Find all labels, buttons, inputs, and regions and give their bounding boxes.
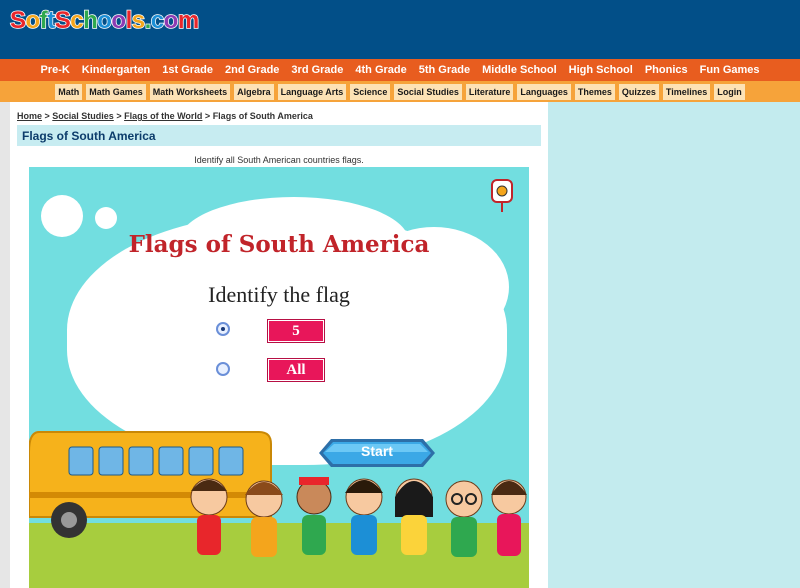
nav-item-middle-school[interactable]: Middle School [482, 64, 557, 76]
grade-nav: Pre-K Kindergarten 1st Grade 2nd Grade 3rd G… [0, 59, 800, 81]
subnav-item-algebra[interactable]: Algebra [234, 83, 274, 100]
game-canvas[interactable]: Flags of South America Identify the flag… [29, 167, 529, 588]
start-button[interactable]: Start [319, 439, 435, 467]
breadcrumb-home[interactable]: Home [17, 111, 42, 121]
subject-nav: Math Math Games Math Worksheets Algebra Lang… [0, 81, 800, 102]
map-pin-icon[interactable] [491, 179, 513, 213]
logo-letter: o [111, 6, 127, 35]
subnav-item-math-worksheets[interactable]: Math Worksheets [149, 83, 231, 100]
children-illustration [190, 477, 527, 557]
nav-item-kindergarten[interactable]: Kindergarten [82, 64, 150, 76]
logo-letter: t [46, 6, 55, 35]
subnav-item-quizzes[interactable]: Quizzes [618, 83, 659, 100]
page-title: Flags of South America [22, 129, 156, 143]
instructions-text: Identify all South American countries fl… [194, 155, 364, 165]
option-5-button[interactable]: 5 [267, 319, 325, 343]
nav-item-1st-grade[interactable]: 1st Grade [162, 64, 213, 76]
game-subtitle: Identify the flag [208, 282, 350, 307]
logo-letter: c [69, 6, 84, 35]
breadcrumb: Home > Social Studies > Flags of the Wor… [17, 111, 313, 121]
subnav-item-science[interactable]: Science [350, 83, 391, 100]
logo-letter: m [177, 6, 200, 35]
nav-item-2nd-grade[interactable]: 2nd Grade [225, 64, 279, 76]
logo-letter: c [150, 6, 165, 35]
logo-letter: h [82, 6, 98, 35]
subnav-item-timelines[interactable]: Timelines [662, 83, 711, 100]
left-gutter [0, 102, 10, 588]
option-all-button[interactable]: All [267, 358, 325, 382]
breadcrumb-separator: > [113, 111, 125, 121]
breadcrumb-social-studies[interactable]: Social Studies [52, 111, 114, 121]
nav-item-high-school[interactable]: High School [569, 64, 633, 76]
logo-letter: S [9, 6, 26, 35]
subnav-item-social-studies[interactable]: Social Studies [394, 83, 462, 100]
subnav-item-languages[interactable]: Languages [517, 83, 571, 100]
right-sidebar [548, 102, 800, 588]
subnav-item-login[interactable]: Login [714, 83, 745, 100]
subnav-item-language-arts[interactable]: Language Arts [277, 83, 347, 100]
subnav-item-math-games[interactable]: Math Games [86, 83, 146, 100]
nav-item-pre-k[interactable]: Pre-K [40, 64, 69, 76]
logo-letter: o [96, 6, 112, 35]
logo-letter: o [25, 6, 41, 35]
softschools-logo[interactable]: SoftSchools.com [9, 6, 200, 35]
breadcrumb-separator: > [42, 111, 53, 121]
logo-letter: S [54, 6, 71, 35]
nav-item-phonics[interactable]: Phonics [645, 64, 688, 76]
subnav-item-themes[interactable]: Themes [574, 83, 615, 100]
breadcrumb-current: Flags of South America [212, 111, 313, 121]
game-title: Flags of South America [128, 231, 430, 258]
tiny-cloud [95, 207, 117, 229]
page-title-bar: Flags of South America [17, 125, 541, 146]
option-all-radio[interactable] [216, 362, 230, 376]
subnav-item-literature[interactable]: Literature [465, 83, 514, 100]
breadcrumb-separator: > [202, 111, 213, 121]
site-header: SoftSchools.com [0, 0, 800, 59]
nav-item-3rd-grade[interactable]: 3rd Grade [291, 64, 343, 76]
breadcrumb-flags-of-the-world[interactable]: Flags of the World [124, 111, 202, 121]
nav-item-5th-grade[interactable]: 5th Grade [419, 64, 470, 76]
logo-letter: s [131, 6, 146, 35]
logo-letter: o [163, 6, 179, 35]
main-content: Home > Social Studies > Flags of the Wor… [10, 102, 548, 588]
option-5-radio[interactable] [216, 322, 230, 336]
subnav-item-math[interactable]: Math [55, 83, 83, 100]
nav-item-fun-games[interactable]: Fun Games [700, 64, 760, 76]
start-button-label: Start [361, 443, 393, 459]
nav-item-4th-grade[interactable]: 4th Grade [355, 64, 406, 76]
